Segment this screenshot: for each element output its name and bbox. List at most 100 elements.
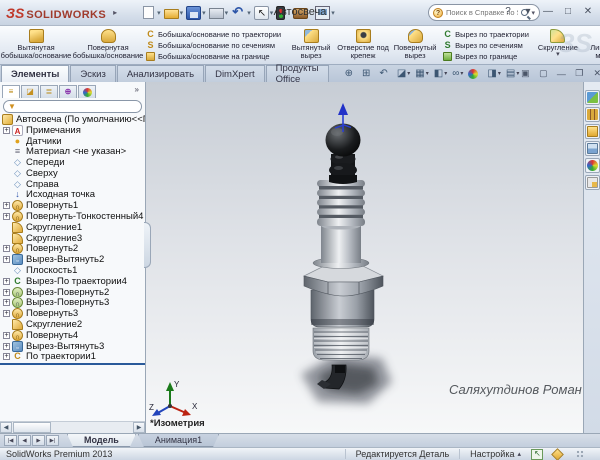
tree-item[interactable]: Справа <box>0 179 145 190</box>
tree-item[interactable]: Повернуть4 <box>0 329 145 341</box>
ribbon-tab[interactable]: Продукты Office <box>265 63 329 85</box>
revolved-boss-button[interactable]: Повернутая бобышка/основание <box>72 27 144 63</box>
featuremanager-tab[interactable] <box>2 85 20 98</box>
expand-toggle-icon[interactable] <box>3 288 10 296</box>
configuration-selector[interactable]: Настройка ▴ <box>459 449 521 459</box>
tree-item[interactable]: Материал <не указан> <box>0 146 145 157</box>
first-tab-button[interactable]: |◀ <box>4 435 17 446</box>
document-mode-tab[interactable]: Модель <box>67 434 136 447</box>
linear-pattern-button[interactable]: Линейный массив ▾ <box>583 27 600 63</box>
swept-cut-button[interactable]: Вырез по траектории <box>443 29 529 39</box>
tree-item[interactable]: Повернуть-Тонкостенный4 <box>0 211 145 222</box>
dropdown-arrow-icon[interactable]: ▾ <box>460 70 463 77</box>
ribbon-tab[interactable]: Элементы <box>1 65 70 82</box>
panel-tabs-overflow[interactable]: » <box>131 85 143 94</box>
boundary-boss-button[interactable]: Бобышка/основание на границе <box>146 51 281 61</box>
tree-item[interactable]: Датчики <box>0 136 145 147</box>
lofted-boss-button[interactable]: Бобышка/основание по сечениям <box>146 40 281 50</box>
tree-item[interactable]: Вырез-Вытянуть2 <box>0 254 145 266</box>
tree-item[interactable]: Спереди <box>0 157 145 168</box>
panel-collapse-handle[interactable] <box>144 222 151 268</box>
dropdown-arrow-icon[interactable]: ▾ <box>407 70 410 77</box>
dropdown-arrow-icon[interactable]: ▾ <box>426 70 429 77</box>
tree-item[interactable]: Повернуть2 <box>0 243 145 255</box>
tree-item[interactable]: Вырез-Вытянуть3 <box>0 340 145 352</box>
expand-toggle-icon[interactable] <box>3 213 10 221</box>
lofted-cut-button[interactable]: Вырез по сечениям <box>443 40 529 50</box>
tree-item[interactable]: Повернуть3 <box>0 308 145 320</box>
dimxpertmanager-tab[interactable] <box>59 85 77 98</box>
help-button[interactable]: ? <box>500 3 516 19</box>
dropdown-arrow-icon[interactable]: ▾ <box>247 9 251 17</box>
restore-button[interactable]: □ <box>560 3 576 19</box>
display-style-icon[interactable]: ▾ <box>434 69 447 79</box>
expand-toggle-icon[interactable] <box>3 256 10 264</box>
dropdown-arrow-icon[interactable]: ▾ <box>157 9 161 17</box>
quick-tips-cursor-icon[interactable] <box>531 448 543 460</box>
dropdown-arrow-icon[interactable]: ▾ <box>180 9 184 17</box>
tree-item[interactable]: Скругление3 <box>0 232 145 244</box>
expand-toggle-icon[interactable] <box>3 277 10 285</box>
scrollbar-thumb[interactable] <box>13 422 51 433</box>
tree-item[interactable]: Скругление1 <box>0 221 145 233</box>
resize-grip[interactable] <box>576 450 584 458</box>
previous-window-button[interactable]: ▣ <box>519 68 531 79</box>
solidworks-resources-icon[interactable] <box>584 90 600 105</box>
expand-toggle-icon[interactable] <box>3 353 10 361</box>
dropdown-arrow-icon[interactable]: ▾ <box>556 51 560 58</box>
dropdown-arrow-icon[interactable]: ▾ <box>331 9 335 17</box>
tree-item[interactable]: Исходная точка <box>0 190 145 201</box>
scroll-right-arrow[interactable]: ▶ <box>133 422 145 433</box>
displaymanager-tab[interactable] <box>78 85 96 98</box>
tag-icon[interactable] <box>551 447 564 460</box>
view-palette-icon[interactable] <box>584 141 600 156</box>
tree-item[interactable]: Примечания <box>0 124 145 136</box>
next-tab-button[interactable]: ▶ <box>32 435 45 446</box>
print-icon[interactable]: ▾ <box>208 5 230 20</box>
design-library-icon[interactable] <box>584 107 600 122</box>
dropdown-arrow-icon[interactable]: ▾ <box>498 70 501 77</box>
view-orientation-icon[interactable]: ▾ <box>415 69 429 79</box>
zoom-area-icon[interactable]: ▾ <box>362 69 374 79</box>
extruded-cut-button[interactable]: Вытянутый вырез <box>285 27 337 63</box>
previous-tab-button[interactable]: ◀ <box>18 435 31 446</box>
restore-document-button[interactable]: ❐ <box>573 68 585 79</box>
close-document-button[interactable]: ✕ <box>591 68 600 79</box>
graphics-viewport[interactable]: Саляхутдинов Роман Y Z X *Изометрия <box>146 82 583 433</box>
swept-boss-button[interactable]: Бобышка/основание по траектории <box>146 29 281 39</box>
new-document-icon[interactable]: ▾ <box>140 5 162 20</box>
expand-toggle-icon[interactable] <box>3 342 10 350</box>
zoom-fit-icon[interactable]: ▾ <box>345 69 357 79</box>
boundary-cut-button[interactable]: Вырез по границе <box>443 51 529 61</box>
scroll-left-arrow[interactable]: ◀ <box>0 422 12 433</box>
hide-show-items-icon[interactable]: ▾ <box>452 69 463 79</box>
menu-flyout-arrow[interactable]: ▸ <box>110 5 120 21</box>
tree-item[interactable]: Вырез-Повернуть3 <box>0 297 145 309</box>
ribbon-tab[interactable]: Анализировать <box>116 65 205 82</box>
tree-filter-box[interactable]: ▼ <box>3 100 142 113</box>
expand-toggle-icon[interactable] <box>3 299 10 307</box>
tree-filter-input[interactable] <box>18 102 137 111</box>
propertymanager-tab[interactable] <box>21 85 39 98</box>
revolved-cut-button[interactable]: Повернутый вырез <box>389 27 441 63</box>
configurationmanager-tab[interactable] <box>40 85 58 98</box>
save-icon[interactable]: ▾ <box>185 5 207 21</box>
file-explorer-icon[interactable] <box>584 124 600 139</box>
expand-toggle-icon[interactable] <box>3 126 10 134</box>
tree-item[interactable]: Вырез-По траектории4 <box>0 276 145 287</box>
expand-toggle-icon[interactable] <box>3 310 10 318</box>
scrollbar-track[interactable] <box>51 422 133 433</box>
extruded-boss-button[interactable]: Вытянутая бобышка/основание <box>0 27 72 63</box>
tree-item[interactable]: Повернуть1 <box>0 200 145 212</box>
edit-appearance-icon[interactable]: ▾ <box>468 68 482 79</box>
tree-item[interactable]: Скругление2 <box>0 319 145 330</box>
expand-toggle-icon[interactable] <box>3 202 10 210</box>
tree-item[interactable]: Вырез-Повернуть2 <box>0 286 145 298</box>
dropdown-arrow-icon[interactable]: ▾ <box>444 70 447 77</box>
help-dropdown[interactable]: ▾ <box>520 3 536 19</box>
document-mode-tab[interactable]: Анимация1 <box>138 434 219 447</box>
undo-icon[interactable]: ▾ <box>230 4 252 21</box>
previous-view-icon[interactable]: ▾ <box>379 69 391 79</box>
custom-properties-icon[interactable] <box>584 175 600 190</box>
section-view-icon[interactable]: ▾ <box>397 69 410 79</box>
